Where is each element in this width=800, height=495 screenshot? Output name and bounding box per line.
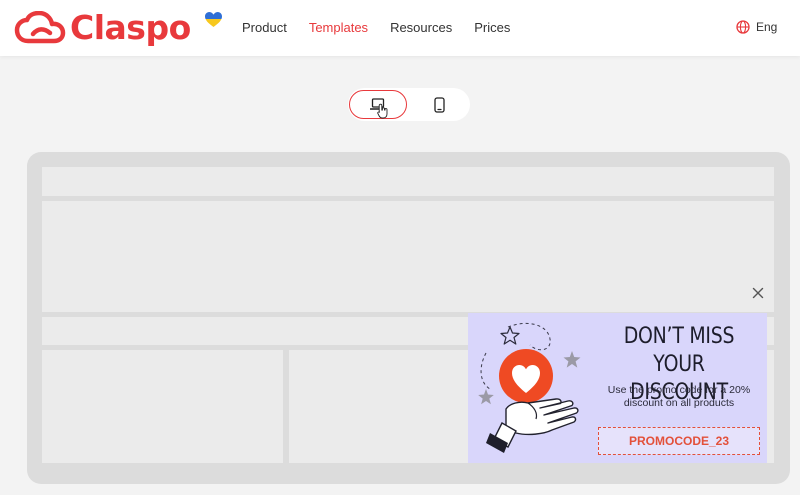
brand-name: Claspo — [70, 8, 191, 47]
hand-heart-illustration — [478, 323, 581, 453]
cloud-logo-icon — [14, 11, 66, 44]
discount-popup: DON’T MISS YOUR DISCOUNT Use the promo c… — [468, 313, 767, 463]
popup-description-line-2: discount on all products — [623, 397, 735, 409]
close-icon[interactable] — [752, 287, 764, 299]
popup-description: Use the promo code for a 20% discount on… — [600, 384, 758, 410]
ukraine-heart-icon — [205, 12, 222, 27]
placeholder-card-1 — [42, 350, 283, 463]
nav-product[interactable]: Product — [242, 20, 287, 35]
nav-resources[interactable]: Resources — [390, 20, 452, 35]
claspo-logo[interactable]: Claspo — [14, 8, 222, 48]
device-toggle — [348, 88, 470, 121]
site-header: Claspo Product Templates Resources Price… — [0, 0, 800, 56]
promo-code-box[interactable]: PROMOCODE_23 — [598, 427, 760, 455]
placeholder-header-bar — [42, 167, 774, 196]
mobile-view-button[interactable] — [410, 90, 468, 119]
nav-prices[interactable]: Prices — [474, 20, 510, 35]
smartphone-icon — [433, 96, 445, 113]
nav-templates[interactable]: Templates — [309, 20, 368, 35]
placeholder-hero-block — [42, 201, 774, 312]
popup-description-line-1: Use the promo code for a 20% — [607, 384, 751, 396]
globe-icon — [736, 20, 750, 34]
language-label: Eng — [756, 20, 778, 34]
popup-title-line-1: DON’T MISS YOUR — [623, 324, 735, 377]
main-nav: Product Templates Resources Prices — [242, 20, 532, 35]
hand-cursor-icon — [377, 103, 388, 119]
language-selector[interactable]: Eng — [736, 20, 777, 34]
